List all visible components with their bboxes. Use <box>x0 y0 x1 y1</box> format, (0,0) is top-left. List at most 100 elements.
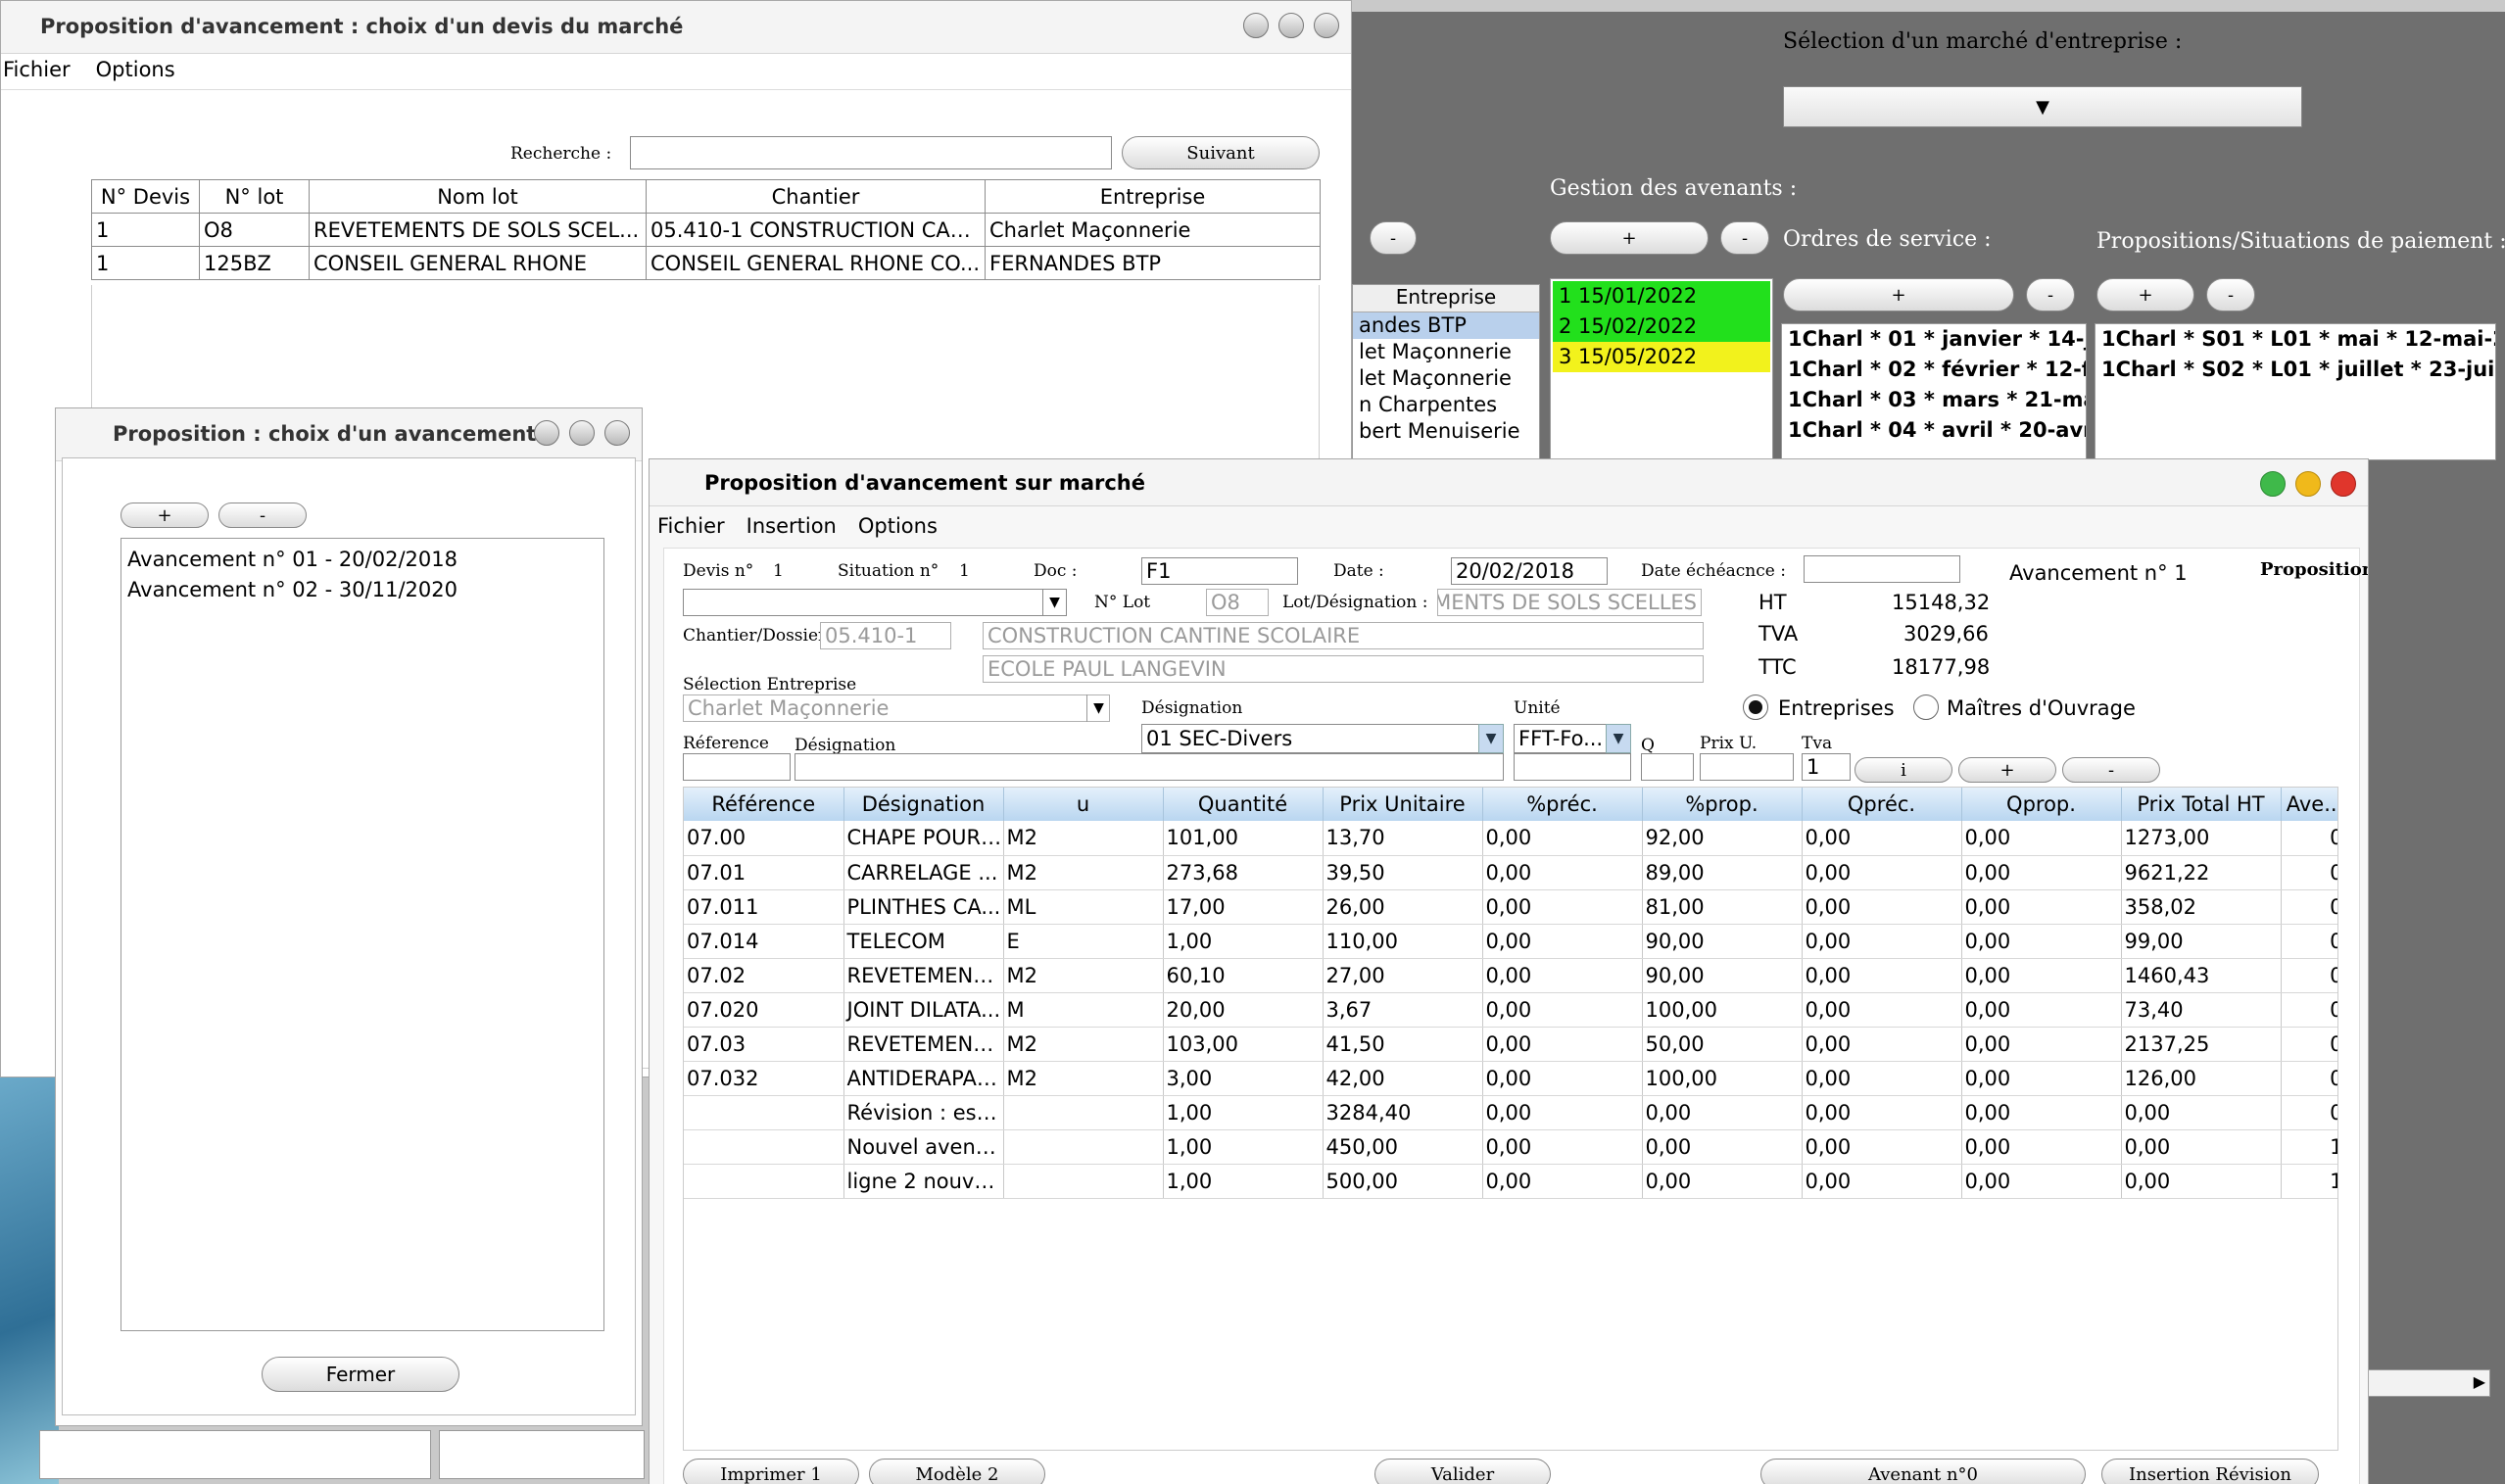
avancement-list-item[interactable]: Avancement n° 02 - 30/11/2020 <box>121 575 603 605</box>
entreprise-select[interactable]: Charlet Maçonnerie <box>683 694 1110 722</box>
chantier-name-input[interactable]: CONSTRUCTION CANTINE SCOLAIRE <box>983 622 1704 649</box>
lines-column-header[interactable]: u <box>1003 788 1164 821</box>
avenant-list-item[interactable]: 3 15/05/2022 <box>1553 342 1770 372</box>
dropdown-arrow-icon[interactable]: ▼ <box>1478 724 1504 753</box>
table-row[interactable]: Révision : ess... 1,00 3284,40 0,00 0,00 0,00… <box>684 1095 2337 1130</box>
table-row[interactable]: 1 O8 REVETEMENTS DE SOLS SCEL... 05.410-1 C… <box>91 213 1321 247</box>
bg-minus-button-1[interactable]: - <box>1370 221 1417 255</box>
scroll-right-icon[interactable]: ▶ <box>2474 1372 2485 1391</box>
bg-horizontal-scrollbar[interactable]: ▶ <box>2361 1369 2490 1397</box>
table-row[interactable]: 1 125BZ CONSEIL GENERAL RHONE CONSEIL GENER… <box>91 246 1321 280</box>
lot-select[interactable]: ▼ <box>683 589 1067 616</box>
q-input[interactable] <box>1641 753 1694 781</box>
info-button[interactable]: i <box>1855 757 1952 783</box>
lines-column-header[interactable]: Qpréc. <box>1802 788 1962 821</box>
dropdown-arrow-icon[interactable]: ▼ <box>1606 724 1631 753</box>
proposition-add-button[interactable]: + <box>2096 278 2194 311</box>
marche-select[interactable]: ▼ <box>1783 86 2302 127</box>
doc-input[interactable]: F1 <box>1141 557 1298 585</box>
table-row[interactable]: 07.014 TELECOM E 1,00 110,00 0,00 90,00 0,00 0,0… <box>684 924 2337 959</box>
table-row[interactable]: 07.03 REVETEMENT... M2 103,00 41,50 0,00 50,00… <box>684 1027 2337 1062</box>
avenant-add-button[interactable]: + <box>1550 221 1709 255</box>
close-button[interactable] <box>1314 13 1339 38</box>
table-row[interactable]: Nouvel avenant 1,00 450,00 0,00 0,00 0,00 0,00… <box>684 1129 2337 1165</box>
reference-input[interactable] <box>683 753 791 781</box>
minimize-button[interactable] <box>534 420 559 446</box>
avenant-list-item[interactable]: 2 15/02/2022 <box>1553 311 1770 342</box>
nlot-input[interactable]: O8 <box>1206 589 1269 616</box>
dropdown-arrow-icon[interactable]: ▼ <box>1086 694 1110 722</box>
unite2-input[interactable] <box>1514 753 1631 781</box>
zoom-button[interactable] <box>2260 471 2286 497</box>
lot-designation-input[interactable]: ETEMENTS DE SOLS SCELLES <box>1437 589 1702 616</box>
tva2-input[interactable]: 1 <box>1802 753 1851 781</box>
valider-button[interactable]: Valider <box>1374 1459 1551 1484</box>
radio-maitres[interactable] <box>1913 694 1939 720</box>
ordre-remove-button[interactable]: - <box>2026 278 2075 311</box>
avancement-add-button[interactable]: + <box>120 503 209 528</box>
add-line-button[interactable]: + <box>1958 757 2056 783</box>
entreprise-list-item[interactable]: let Maçonnerie <box>1353 365 1539 392</box>
devis-column-header[interactable]: N° lot <box>199 179 310 214</box>
avancement-list-item[interactable]: Avancement n° 01 - 20/02/2018 <box>121 545 603 575</box>
modele-button[interactable]: Modèle 2 <box>869 1459 1045 1484</box>
proposition-list-item[interactable]: 1Charl * S01 * L01 * mai * 12-mai-2022 <box>2096 324 2495 355</box>
entreprise-list-item[interactable]: n Charpentes <box>1353 392 1539 418</box>
zoom-button[interactable] <box>569 420 595 446</box>
chantier-input[interactable]: 05.410-1 <box>820 622 951 649</box>
fermer-button[interactable]: Fermer <box>262 1357 459 1392</box>
close-button[interactable] <box>604 420 630 446</box>
devis-column-header[interactable]: Nom lot <box>309 179 647 214</box>
table-row[interactable]: 07.020 JOINT DILATA... M 20,00 3,67 0,00 100,0… <box>684 992 2337 1028</box>
avancement-remove-button[interactable]: - <box>218 503 307 528</box>
prixu-input[interactable] <box>1700 753 1794 781</box>
lines-column-header[interactable]: Référence <box>684 788 844 821</box>
menu-options[interactable]: Options <box>858 514 938 538</box>
lines-column-header[interactable]: %préc. <box>1482 788 1643 821</box>
close-button[interactable] <box>2331 471 2356 497</box>
ordre-list-item[interactable]: 1Charl * 03 * mars * 21-mar-20 <box>1782 385 2086 415</box>
ordre-list-item[interactable]: 1Charl * 01 * janvier * 14-janv-2 <box>1782 324 2086 355</box>
proposition-remove-button[interactable]: - <box>2206 278 2255 311</box>
table-row[interactable]: 07.02 REVETEMENT... M2 60,10 27,00 0,00 90,00 0… <box>684 958 2337 993</box>
entreprise-list-item[interactable]: andes BTP <box>1353 312 1539 339</box>
lines-column-header[interactable]: Ave... <box>2281 788 2337 821</box>
ordre-list-item[interactable]: 1Charl * 02 * février * 12-fév-20 <box>1782 355 2086 385</box>
ordre-list-item[interactable]: 1Charl * 04 * avril * 20-avr-2022 <box>1782 415 2086 446</box>
menu-fichier[interactable]: Fichier <box>657 514 725 538</box>
minimize-button[interactable] <box>1243 13 1269 38</box>
zoom-button[interactable] <box>1278 13 1304 38</box>
devis-column-header[interactable]: Chantier <box>646 179 986 214</box>
devis-column-header[interactable]: N° Devis <box>91 179 200 214</box>
echeance-input[interactable] <box>1804 555 1960 583</box>
menu-options[interactable]: Options <box>96 58 175 81</box>
proposition-list-item[interactable]: 1Charl * S02 * L01 * juillet * 23-juille… <box>2096 355 2495 385</box>
chantier-name2-input[interactable]: ECOLE PAUL LANGEVIN <box>983 655 1704 683</box>
table-row[interactable]: 07.01 CARRELAGE ... M2 273,68 39,50 0,00 89,00… <box>684 855 2337 890</box>
table-row[interactable]: 07.00 CHAPE POUR ... M2 101,00 13,70 0,00 92,0… <box>684 821 2337 856</box>
lines-column-header[interactable]: Prix Unitaire <box>1323 788 1483 821</box>
lines-column-header[interactable]: %prop. <box>1642 788 1803 821</box>
lines-column-header[interactable]: Qprop. <box>1961 788 2122 821</box>
table-row[interactable]: 07.011 PLINTHES CA... ML 17,00 26,00 0,00 81,0… <box>684 889 2337 925</box>
date-input[interactable]: 20/02/2018 <box>1451 557 1608 585</box>
avenant-list-item[interactable]: 1 15/01/2022 <box>1553 281 1770 311</box>
table-row[interactable]: 07.032 ANTIDERAPANT M2 3,00 42,00 0,00 100,00 0… <box>684 1061 2337 1096</box>
suivant-button[interactable]: Suivant <box>1122 136 1320 169</box>
insertion-revision-button[interactable]: Insertion Révision <box>2101 1459 2319 1484</box>
imprimer-button[interactable]: Imprimer 1 <box>683 1459 859 1484</box>
menu-fichier[interactable]: Fichier <box>3 58 71 81</box>
avenant-remove-button[interactable]: - <box>1720 221 1769 255</box>
minimize-button[interactable] <box>2295 471 2321 497</box>
avenant-button[interactable]: Avenant n°0 <box>1760 1459 2086 1484</box>
entreprise-list-item[interactable]: let Maçonnerie <box>1353 339 1539 365</box>
remove-line-button[interactable]: - <box>2062 757 2160 783</box>
lines-column-header[interactable]: Désignation <box>843 788 1004 821</box>
designation2-input[interactable] <box>795 753 1504 781</box>
devis-column-header[interactable]: Entreprise <box>985 179 1321 214</box>
radio-entreprises[interactable] <box>1743 694 1768 720</box>
entreprise-list-item[interactable]: bert Menuiserie <box>1353 418 1539 445</box>
lines-column-header[interactable]: Quantité <box>1163 788 1324 821</box>
lines-column-header[interactable]: Prix Total HT <box>2121 788 2282 821</box>
designation-select[interactable]: 01 SEC-Divers <box>1141 724 1504 753</box>
